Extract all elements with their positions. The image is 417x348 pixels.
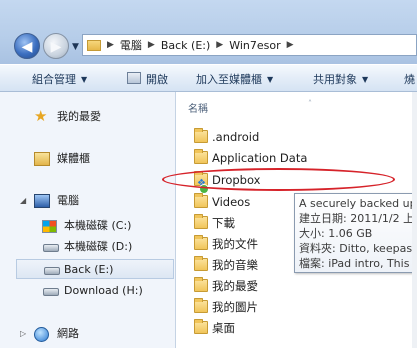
file-name: 我的最愛 bbox=[212, 279, 258, 293]
file-name: Videos bbox=[212, 195, 251, 209]
breadcrumb-separator-icon[interactable]: ▶ bbox=[216, 40, 223, 50]
add-to-library-menu[interactable]: 加入至媒體櫃 ▼ bbox=[196, 71, 273, 87]
open-button[interactable]: 開啟 bbox=[127, 71, 168, 87]
breadcrumb-separator-icon[interactable]: ▶ bbox=[148, 40, 155, 50]
chevron-down-icon: ▼ bbox=[362, 75, 369, 84]
chevron-down-icon: ▼ bbox=[81, 75, 88, 84]
folder-icon bbox=[194, 193, 208, 208]
breadcrumb-computer[interactable]: 電腦 bbox=[120, 37, 142, 53]
tooltip-line: A securely backed up bbox=[299, 197, 417, 210]
column-header-name[interactable]: 名稱 ˄ bbox=[188, 99, 312, 115]
nav-computer[interactable]: ◢ 電腦 bbox=[0, 191, 176, 211]
nav-favorites-label: 我的最愛 bbox=[57, 110, 101, 123]
breadcrumb-separator-icon[interactable]: ▶ bbox=[107, 40, 114, 50]
folder-icon bbox=[194, 149, 208, 164]
burn-button[interactable]: 燒 bbox=[404, 71, 415, 87]
share-with-label: 共用對象 bbox=[313, 73, 357, 86]
nav-computer-label: 電腦 bbox=[57, 194, 79, 207]
nav-favorites[interactable]: ★ 我的最愛 bbox=[0, 107, 176, 127]
nav-network-label: 網路 bbox=[57, 327, 79, 340]
folder-icon bbox=[194, 235, 208, 250]
nav-drive-label: 本機磁碟 (D:) bbox=[64, 240, 133, 253]
file-name: 我的文件 bbox=[212, 237, 258, 251]
breadcrumb-folder[interactable]: Win7esor bbox=[229, 39, 280, 52]
library-icon bbox=[34, 152, 50, 166]
tooltip: A securely backed up 建立日期: 2011/1/2 上 大小… bbox=[294, 193, 417, 273]
file-name: 我的圖片 bbox=[212, 300, 258, 314]
breadcrumb-drive[interactable]: Back (E:) bbox=[161, 39, 210, 52]
chevron-down-icon: ▼ bbox=[267, 75, 274, 84]
nav-drive-d[interactable]: 本機磁碟 (D:) bbox=[0, 237, 176, 257]
nav-drive-c[interactable]: 本機磁碟 (C:) bbox=[0, 216, 176, 236]
command-bar: 組合管理 ▼ 開啟 加入至媒體櫃 ▼ 共用對象 ▼ 燒 bbox=[0, 64, 417, 92]
collapse-triangle-icon[interactable]: ◢ bbox=[20, 191, 26, 211]
folder-icon bbox=[87, 39, 101, 51]
nav-libraries-label: 媒體櫃 bbox=[57, 152, 90, 165]
drive-icon bbox=[43, 288, 59, 296]
organize-label: 組合管理 bbox=[32, 73, 76, 86]
tooltip-line: 大小: 1.06 GB bbox=[299, 227, 373, 240]
nav-drive-label: 本機磁碟 (C:) bbox=[64, 219, 132, 232]
file-name: 下載 bbox=[212, 216, 235, 230]
tooltip-line: 資料夾: Ditto, keepass bbox=[299, 242, 417, 255]
share-with-menu[interactable]: 共用對象 ▼ bbox=[313, 71, 368, 87]
tooltip-line: 建立日期: 2011/1/2 上 bbox=[299, 212, 415, 225]
nav-drive-label: Download (H:) bbox=[64, 284, 143, 297]
drive-icon bbox=[44, 267, 60, 275]
recent-pages-dropdown-icon[interactable]: ▼ bbox=[72, 42, 79, 52]
tooltip-line: 檔案: iPad intro, This is bbox=[299, 257, 417, 270]
nav-network[interactable]: ▷ 網路 bbox=[0, 324, 176, 344]
back-arrow-icon: ◀ bbox=[21, 39, 33, 55]
folder-icon bbox=[194, 319, 208, 334]
nav-drive-h[interactable]: Download (H:) bbox=[0, 281, 176, 301]
folder-icon bbox=[194, 256, 208, 271]
forward-button[interactable]: ▶ bbox=[43, 33, 69, 59]
burn-label: 燒 bbox=[404, 73, 415, 86]
file-name: 我的音樂 bbox=[212, 258, 258, 272]
nav-drive-label: Back (E:) bbox=[64, 263, 114, 276]
column-header-label: 名稱 bbox=[188, 104, 208, 115]
file-name: Application Data bbox=[212, 151, 308, 165]
network-icon bbox=[34, 327, 49, 342]
folder-icon bbox=[194, 277, 208, 292]
file-name: .android bbox=[212, 130, 260, 144]
organize-menu[interactable]: 組合管理 ▼ bbox=[32, 71, 87, 87]
folder-icon bbox=[194, 128, 208, 143]
scrollbar[interactable] bbox=[412, 92, 417, 348]
drive-icon bbox=[43, 244, 59, 252]
open-label: 開啟 bbox=[146, 73, 168, 86]
folder-icon bbox=[194, 214, 208, 229]
navigation-pane: ★ 我的最愛 媒體櫃 ◢ 電腦 本機磁碟 (C:) 本機磁碟 (D:) Back… bbox=[0, 92, 176, 348]
nav-drive-e[interactable]: Back (E:) bbox=[16, 259, 174, 279]
file-name: 桌面 bbox=[212, 321, 235, 335]
title-bar: ◀ ▶ ▼ ▶ 電腦 ▶ Back (E:) ▶ Win7esor ▶ bbox=[0, 0, 417, 64]
expand-triangle-icon[interactable]: ▷ bbox=[20, 324, 26, 344]
back-button[interactable]: ◀ bbox=[14, 33, 40, 59]
breadcrumb-separator-icon[interactable]: ▶ bbox=[287, 40, 294, 50]
nav-libraries[interactable]: 媒體櫃 bbox=[0, 149, 176, 169]
address-bar[interactable]: ▶ 電腦 ▶ Back (E:) ▶ Win7esor ▶ bbox=[82, 34, 417, 56]
add-to-library-label: 加入至媒體櫃 bbox=[196, 73, 262, 86]
folder-icon bbox=[194, 298, 208, 313]
open-icon bbox=[127, 72, 141, 84]
star-icon: ★ bbox=[34, 107, 48, 125]
forward-arrow-icon: ▶ bbox=[50, 39, 62, 55]
computer-icon bbox=[34, 194, 50, 208]
file-list: 名稱 ˄ .android Application Data ❖ Dropbox… bbox=[162, 92, 417, 348]
windows-drive-icon bbox=[42, 220, 57, 233]
sort-arrow-icon: ˄ bbox=[308, 99, 312, 108]
